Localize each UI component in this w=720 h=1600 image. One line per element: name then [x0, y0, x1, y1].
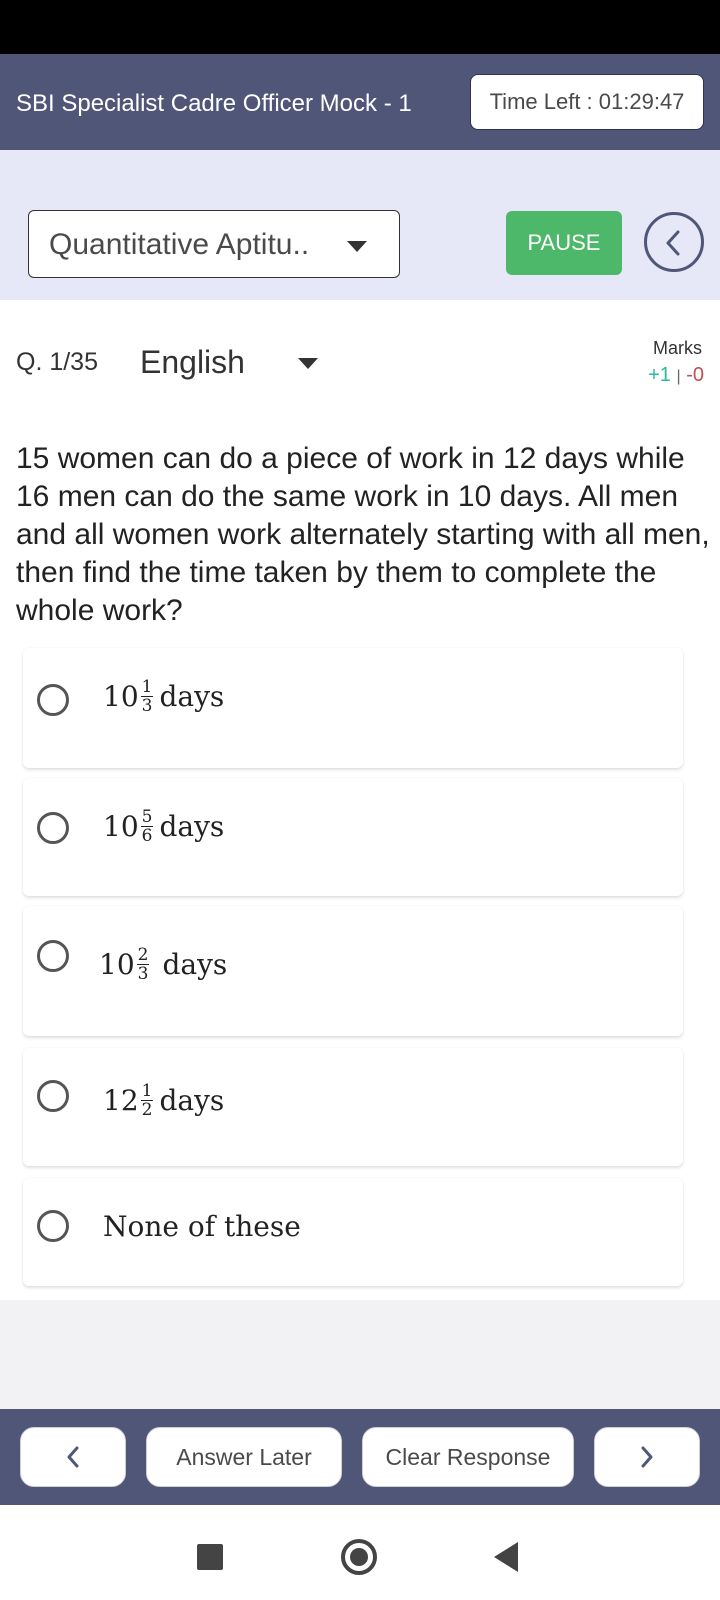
fraction-denominator: 3: [141, 696, 153, 716]
marks-label: Marks: [653, 338, 702, 358]
chevron-left-icon: [666, 230, 680, 256]
question-info-row: Q. 1/35 English Marks +1 | -0: [0, 300, 720, 410]
marks-values: +1 | -0: [648, 364, 704, 387]
dropdown-caret-icon: [347, 241, 367, 252]
clear-response-button[interactable]: Clear Response: [362, 1427, 574, 1487]
radio-button[interactable]: [37, 1080, 69, 1112]
option-unit: days: [159, 680, 225, 713]
dropdown-caret-icon: [298, 358, 318, 369]
system-navigation-bar: [0, 1505, 720, 1600]
option-unit: days: [159, 1084, 225, 1117]
radio-button[interactable]: [37, 1210, 69, 1242]
option-whole: 10: [103, 680, 139, 713]
radio-button[interactable]: [37, 812, 69, 844]
option-3-text: 10 2 3 days: [99, 946, 227, 983]
chevron-left-icon: [67, 1446, 79, 1468]
option-whole: 10: [99, 948, 135, 981]
fraction-numerator: 2: [136, 945, 150, 965]
marks-negative: -0: [686, 364, 704, 386]
language-label: English: [140, 344, 245, 380]
recent-apps-icon[interactable]: [197, 1544, 223, 1570]
section-dropdown-label: Quantitative Aptitu..: [49, 228, 310, 261]
content-footer-spacer: [0, 1300, 720, 1410]
option-4[interactable]: 12 1 2 days: [23, 1048, 683, 1166]
fraction-denominator: 2: [141, 1100, 153, 1120]
bottom-action-bar: Answer Later Clear Response: [0, 1409, 720, 1505]
chevron-left-circle-icon[interactable]: [644, 212, 704, 272]
header: SBI Specialist Cadre Officer Mock - 1 Ti…: [0, 54, 720, 150]
previous-question-button[interactable]: [20, 1427, 126, 1487]
option-3[interactable]: 10 2 3 days: [23, 906, 683, 1036]
option-2[interactable]: 10 5 6 days: [23, 778, 683, 896]
section-bar: Quantitative Aptitu.. PAUSE: [0, 150, 720, 300]
fraction-denominator: 6: [141, 826, 153, 846]
question-number: Q. 1/35: [16, 348, 98, 376]
fraction-numerator: 1: [140, 1081, 154, 1101]
fraction-numerator: 5: [140, 807, 154, 827]
option-fraction: 1 2: [140, 1081, 154, 1120]
option-whole: 12: [103, 1084, 139, 1117]
test-title: SBI Specialist Cadre Officer Mock - 1: [16, 90, 412, 117]
option-fraction: 5 6: [140, 807, 154, 846]
fraction-denominator: 3: [137, 964, 149, 984]
home-icon[interactable]: [341, 1539, 377, 1575]
chevron-right-icon: [641, 1446, 653, 1468]
section-dropdown[interactable]: Quantitative Aptitu..: [28, 210, 400, 278]
option-1[interactable]: 10 1 3 days: [23, 648, 683, 768]
pause-button[interactable]: PAUSE: [506, 211, 622, 275]
option-fraction: 1 3: [140, 677, 154, 716]
option-5[interactable]: None of these: [23, 1178, 683, 1286]
radio-button[interactable]: [37, 940, 69, 972]
option-5-text: None of these: [103, 1210, 301, 1243]
option-unit: days: [159, 810, 225, 843]
radio-button[interactable]: [37, 684, 69, 716]
status-bar: [0, 0, 720, 54]
option-fraction: 2 3: [136, 945, 150, 984]
language-dropdown[interactable]: English: [140, 344, 330, 384]
marks-separator: |: [676, 368, 681, 385]
next-question-button[interactable]: [594, 1427, 700, 1487]
option-unit: days: [162, 948, 228, 981]
time-left-badge: Time Left : 01:29:47: [470, 74, 704, 130]
question-text: 15 women can do a piece of work in 12 da…: [16, 442, 710, 627]
answer-later-button[interactable]: Answer Later: [146, 1427, 342, 1487]
option-1-text: 10 1 3 days: [103, 678, 224, 715]
option-whole: 10: [103, 810, 139, 843]
option-4-text: 12 1 2 days: [103, 1082, 224, 1119]
option-2-text: 10 5 6 days: [103, 808, 224, 845]
fraction-numerator: 1: [140, 677, 154, 697]
back-icon[interactable]: [494, 1542, 518, 1572]
marks-positive: +1: [648, 364, 671, 386]
